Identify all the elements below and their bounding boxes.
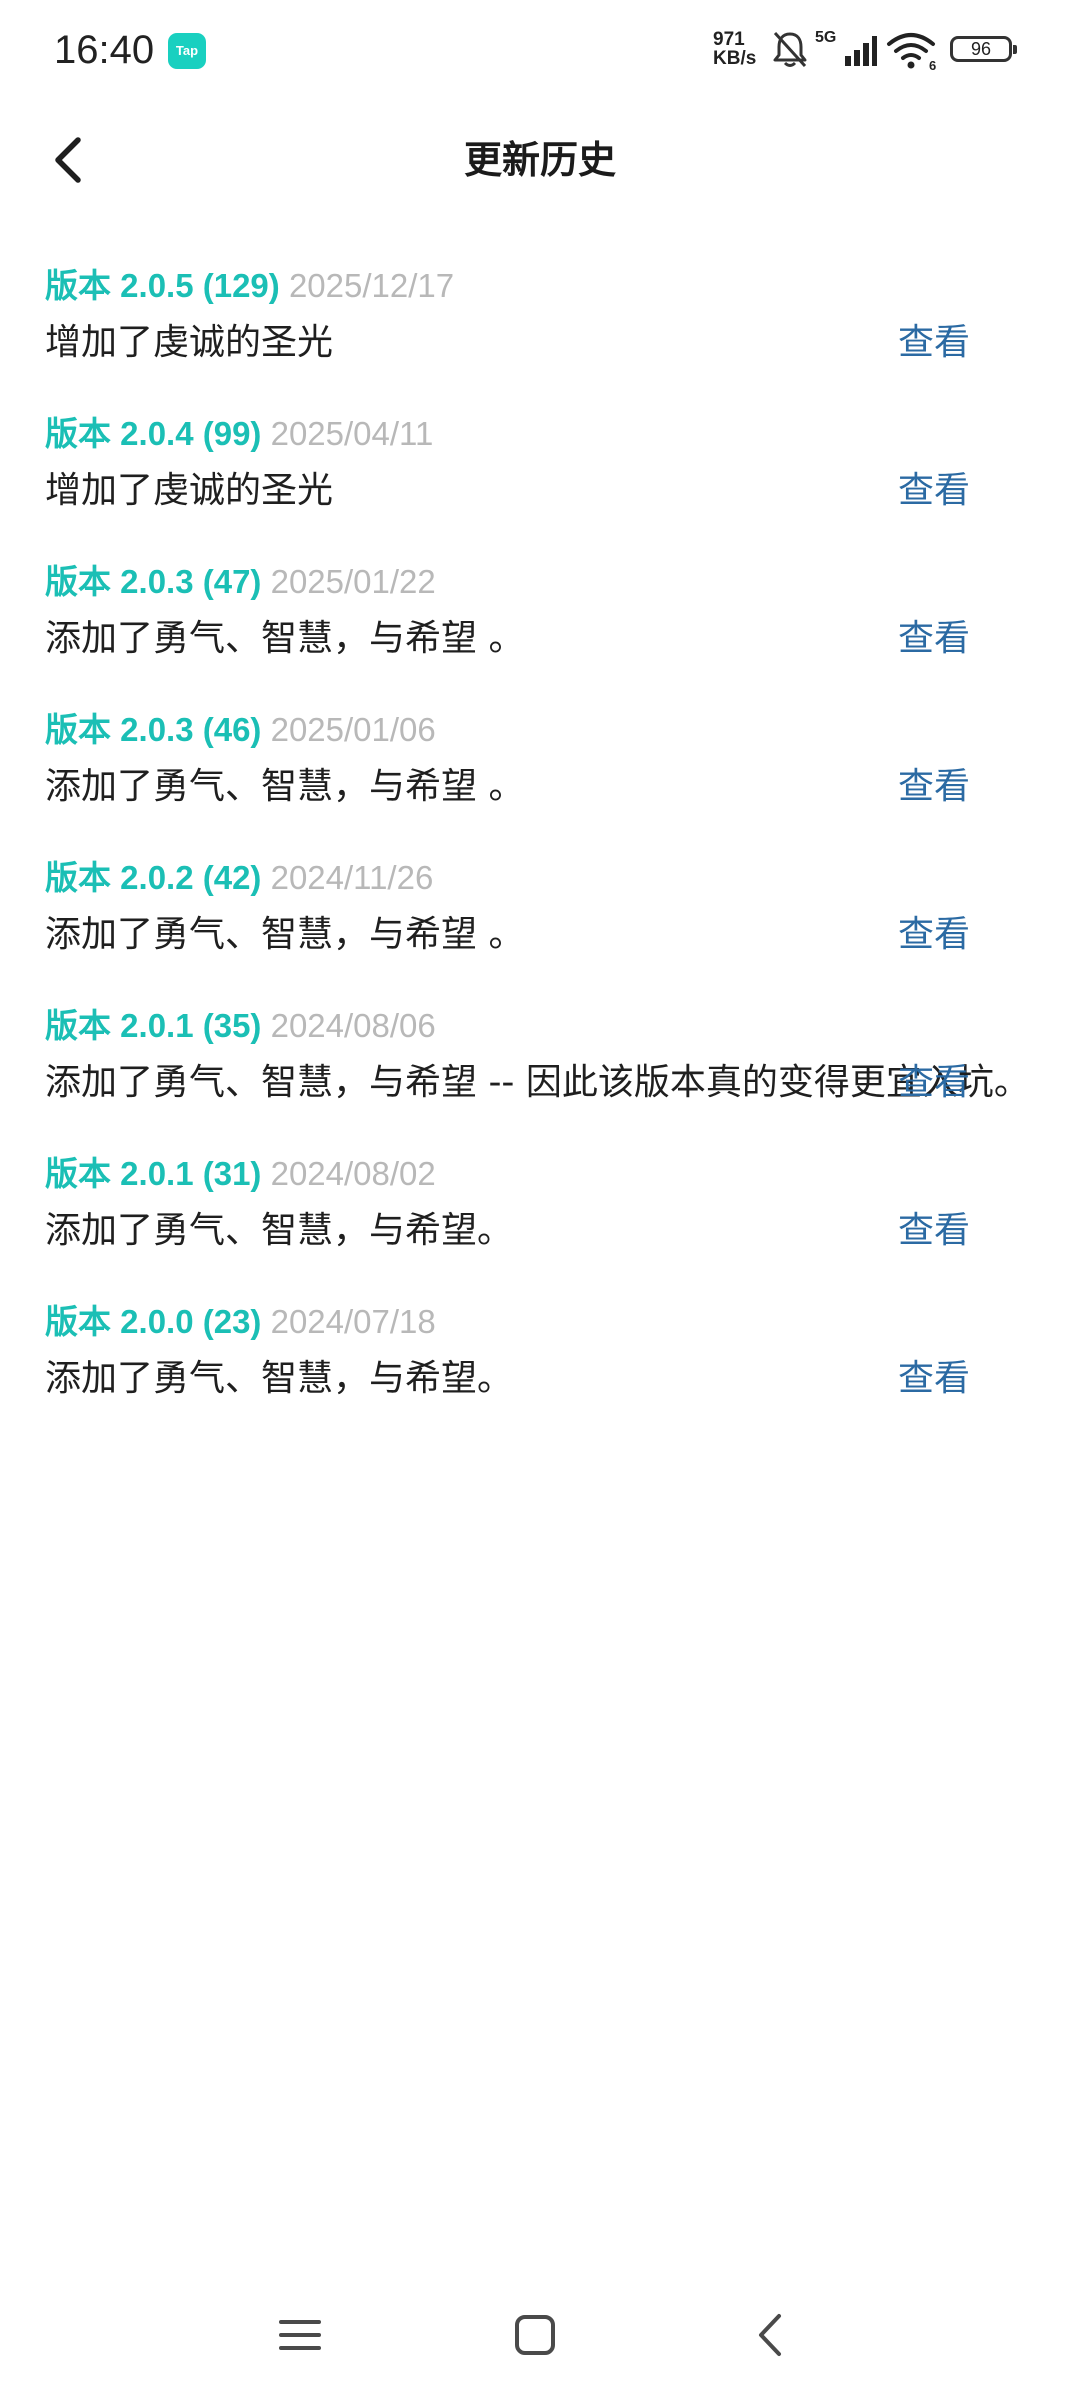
entry-body: 添加了勇气、智慧，与希望。 查看 (45, 1346, 1035, 1412)
status-time: 16:40 (54, 28, 155, 72)
entry-date: 2025/04/11 (270, 415, 434, 452)
entry-date: 2025/01/06 (270, 711, 436, 748)
entry-header: 版本 2.0.1 (35) 2024/08/06 (45, 1002, 1035, 1050)
battery-indicator: 96 (950, 36, 1017, 62)
history-entry: 版本 2.0.1 (31) 2024/08/02 添加了勇气、智慧，与希望。 查… (0, 1150, 1080, 1264)
bell-off-icon (773, 31, 807, 68)
entry-body: 增加了虔诚的圣光 查看 (45, 310, 1035, 376)
entry-description: 添加了勇气、智慧，与希望。 (45, 1358, 514, 1399)
network-speed-value: 971 (713, 29, 745, 50)
entry-description: 添加了勇气、智慧，与希望 。 (45, 766, 525, 807)
status-bar: 16:40 Tap 971 KB/s 5G 6 96 (0, 0, 1080, 100)
entry-body: 添加了勇气、智慧，与希望 -- 因此该版本真的变得更宜入坑。 查看 (45, 1050, 1035, 1116)
entry-header: 版本 2.0.3 (46) 2025/01/06 (45, 706, 1035, 754)
entry-version: 版本 2.0.4 (99) (45, 415, 262, 452)
entry-date: 2025/01/22 (270, 563, 436, 600)
view-button[interactable]: 查看 (898, 1050, 970, 1116)
system-navigation-bar (0, 2290, 1080, 2380)
header: 更新历史 (0, 110, 1080, 210)
menu-icon[interactable] (265, 2300, 335, 2370)
view-button[interactable]: 查看 (898, 754, 970, 820)
entry-body: 添加了勇气、智慧，与希望 。 查看 (45, 754, 1035, 820)
wifi-label: 6 (929, 58, 936, 72)
history-entry: 版本 2.0.0 (23) 2024/07/18 添加了勇气、智慧，与希望。 查… (0, 1298, 1080, 1412)
entry-header: 版本 2.0.0 (23) 2024/07/18 (45, 1298, 1035, 1346)
page-title: 更新历史 (463, 138, 616, 182)
entry-version: 版本 2.0.0 (23) (45, 1303, 262, 1340)
entry-version: 版本 2.0.2 (42) (45, 859, 262, 896)
history-entry: 版本 2.0.1 (35) 2024/08/06 添加了勇气、智慧，与希望 --… (0, 1002, 1080, 1116)
home-icon[interactable] (500, 2300, 570, 2370)
view-button[interactable]: 查看 (898, 310, 970, 376)
entry-body: 添加了勇气、智慧，与希望。 查看 (45, 1198, 1035, 1264)
history-entry: 版本 2.0.4 (99) 2025/04/11 增加了虔诚的圣光 查看 (0, 410, 1080, 524)
signal-label: 5G (815, 29, 836, 46)
history-entry: 版本 2.0.5 (129) 2025/12/17 增加了虔诚的圣光 查看 (0, 262, 1080, 376)
entry-description: 增加了虔诚的圣光 (45, 470, 334, 511)
entry-description: 添加了勇气、智慧，与希望 。 (45, 618, 525, 659)
entry-header: 版本 2.0.4 (99) 2025/04/11 (45, 410, 1035, 458)
wifi-icon: 6 (887, 33, 936, 72)
entry-version: 版本 2.0.3 (46) (45, 711, 262, 748)
entry-date: 2024/08/06 (270, 1007, 436, 1044)
entry-date: 2024/11/26 (270, 859, 434, 896)
entry-header: 版本 2.0.2 (42) 2024/11/26 (45, 854, 1035, 902)
entry-version: 版本 2.0.1 (31) (45, 1155, 262, 1192)
history-entry: 版本 2.0.3 (47) 2025/01/22 添加了勇气、智慧，与希望 。 … (0, 558, 1080, 672)
entry-date: 2024/08/02 (270, 1155, 436, 1192)
entry-description: 添加了勇气、智慧，与希望。 (45, 1210, 514, 1251)
history-entry: 版本 2.0.3 (46) 2025/01/06 添加了勇气、智慧，与希望 。 … (0, 706, 1080, 820)
update-history-list: 版本 2.0.5 (129) 2025/12/17 增加了虔诚的圣光 查看 版本… (0, 262, 1080, 1446)
history-entry: 版本 2.0.2 (42) 2024/11/26 添加了勇气、智慧，与希望 。 … (0, 854, 1080, 968)
entry-body: 增加了虔诚的圣光 查看 (45, 458, 1035, 524)
entry-header: 版本 2.0.1 (31) 2024/08/02 (45, 1150, 1035, 1198)
view-button[interactable]: 查看 (898, 1198, 970, 1264)
back-icon[interactable] (735, 2300, 805, 2370)
view-button[interactable]: 查看 (898, 902, 970, 968)
entry-body: 添加了勇气、智慧，与希望 。 查看 (45, 902, 1035, 968)
entry-header: 版本 2.0.3 (47) 2025/01/22 (45, 558, 1035, 606)
network-speed: 971 KB/s (713, 30, 765, 68)
entry-version: 版本 2.0.1 (35) (45, 1007, 262, 1044)
entry-version: 版本 2.0.5 (129) (45, 267, 280, 304)
network-speed-unit: KB/s (713, 48, 757, 69)
entry-date: 2024/07/18 (270, 1303, 436, 1340)
entry-date: 2025/12/17 (288, 267, 455, 304)
signal-5g-icon: 5G (815, 29, 877, 66)
taptap-app-icon: Tap (168, 33, 206, 69)
view-button[interactable]: 查看 (898, 606, 970, 672)
entry-version: 版本 2.0.3 (47) (45, 563, 262, 600)
entry-description: 增加了虔诚的圣光 (45, 322, 334, 363)
entry-body: 添加了勇气、智慧，与希望 。 查看 (45, 606, 1035, 672)
entry-header: 版本 2.0.5 (129) 2025/12/17 (45, 262, 1035, 310)
view-button[interactable]: 查看 (898, 458, 970, 524)
entry-description: 添加了勇气、智慧，与希望 -- 因此该版本真的变得更宜入坑。 (45, 1062, 1030, 1103)
entry-description: 添加了勇气、智慧，与希望 。 (45, 914, 525, 955)
view-button[interactable]: 查看 (898, 1346, 970, 1412)
